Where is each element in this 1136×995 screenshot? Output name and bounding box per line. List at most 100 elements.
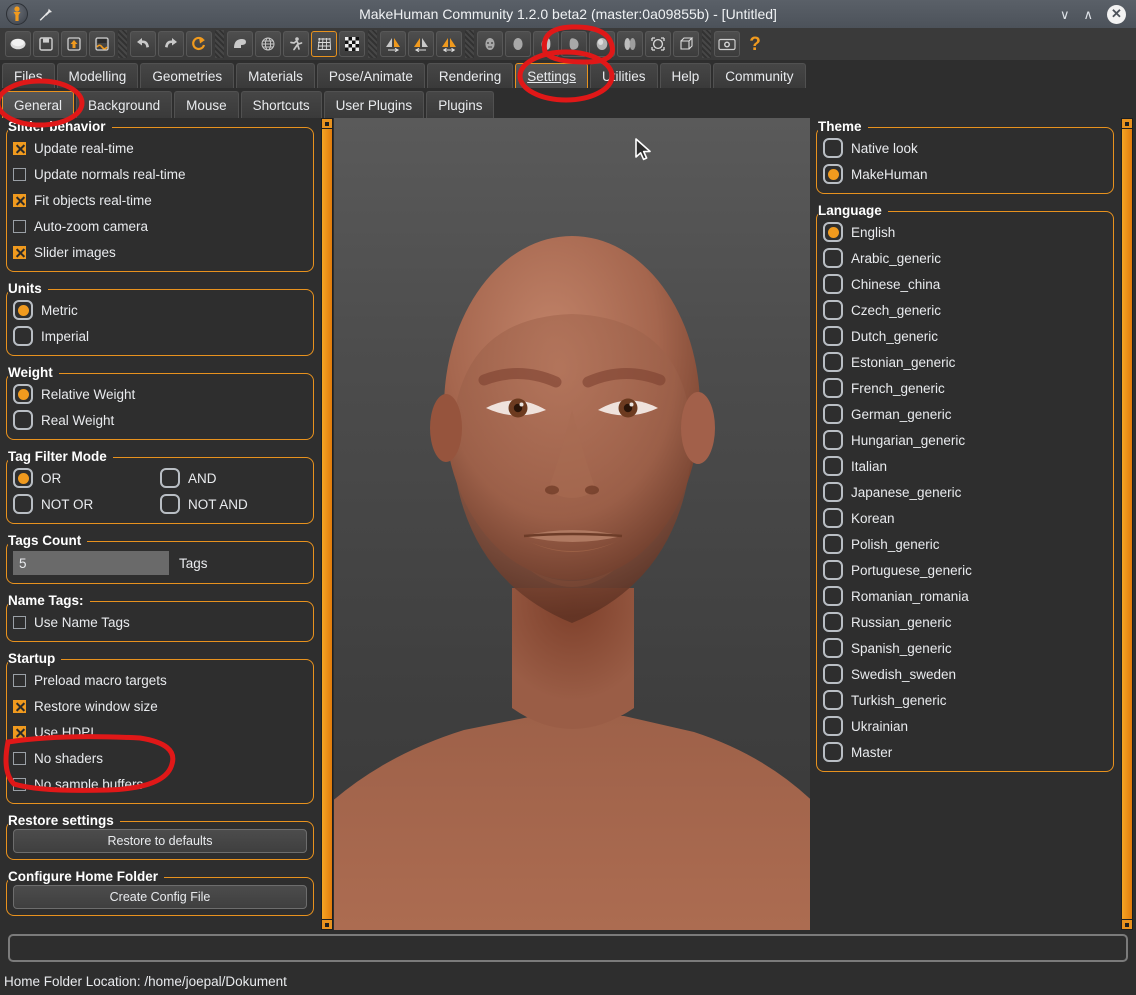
subtab-plugins[interactable]: Plugins: [426, 91, 495, 118]
radio-row[interactable]: Native look: [823, 135, 1107, 161]
checkbox-row[interactable]: No shaders: [13, 745, 307, 771]
splitter-handle-bottom[interactable]: [1121, 919, 1133, 930]
checkbox-checked-icon[interactable]: [13, 141, 26, 155]
radio-row[interactable]: Master: [823, 739, 1107, 765]
subdivision-checker-icon[interactable]: [339, 31, 365, 57]
radio-row[interactable]: Russian_generic: [823, 609, 1107, 635]
pose-skeleton-icon[interactable]: [283, 31, 309, 57]
splitter-handle-bottom[interactable]: [321, 919, 333, 930]
radio-unselected-icon[interactable]: [823, 534, 843, 554]
symmetry-right-icon[interactable]: [380, 31, 406, 57]
checkbox-row[interactable]: Use HDPI: [13, 719, 307, 745]
create-config-file-button[interactable]: Create Config File: [13, 885, 307, 909]
radio-unselected-icon[interactable]: [823, 664, 843, 684]
subtab-mouse[interactable]: Mouse: [174, 91, 239, 118]
tab-geometries[interactable]: Geometries: [140, 63, 235, 88]
radio-unselected-icon[interactable]: [823, 716, 843, 736]
radio-row[interactable]: Spanish_generic: [823, 635, 1107, 661]
checkbox-unchecked-icon[interactable]: [13, 615, 26, 629]
new-icon[interactable]: [5, 31, 31, 57]
grab-screen-icon[interactable]: [714, 31, 740, 57]
tab-rendering[interactable]: Rendering: [426, 63, 514, 88]
radio-unselected-icon[interactable]: [13, 326, 33, 346]
radio-unselected-icon[interactable]: [823, 560, 843, 580]
checkbox-unchecked-icon[interactable]: [13, 167, 26, 181]
checkbox-checked-icon[interactable]: [13, 193, 26, 207]
radio-unselected-icon[interactable]: [823, 482, 843, 502]
tab-files[interactable]: Files: [2, 63, 55, 88]
radio-unselected-icon[interactable]: [823, 690, 843, 710]
checkbox-row[interactable]: Auto-zoom camera: [13, 213, 307, 239]
subtab-background[interactable]: Background: [76, 91, 173, 118]
right-splitter[interactable]: [1120, 118, 1134, 930]
tags-count-input[interactable]: [13, 551, 169, 575]
radio-row[interactable]: Imperial: [13, 323, 307, 349]
3d-viewport[interactable]: [334, 118, 810, 930]
left-splitter[interactable]: [320, 118, 334, 930]
radio-unselected-icon[interactable]: [823, 430, 843, 450]
tab-modelling[interactable]: Modelling: [56, 63, 139, 88]
radio-row[interactable]: Polish_generic: [823, 531, 1107, 557]
checkbox-row[interactable]: Slider images: [13, 239, 307, 265]
wireframe-globe-icon[interactable]: [255, 31, 281, 57]
radio-selected-icon[interactable]: [13, 300, 33, 320]
radio-selected-icon[interactable]: [13, 384, 33, 404]
tab-community[interactable]: Community: [713, 63, 806, 88]
radio-row[interactable]: Metric: [13, 297, 307, 323]
radio-unselected-icon[interactable]: [823, 742, 843, 762]
reset-mesh-icon[interactable]: [186, 31, 212, 57]
radio-row[interactable]: Italian: [823, 453, 1107, 479]
checkbox-row[interactable]: Update real-time: [13, 135, 307, 161]
radio-row[interactable]: OR: [13, 465, 160, 491]
checkbox-unchecked-icon[interactable]: [13, 777, 26, 791]
checkbox-unchecked-icon[interactable]: [13, 219, 26, 233]
splitter-handle-top[interactable]: [321, 118, 333, 129]
subtab-general[interactable]: General: [2, 91, 75, 118]
radio-unselected-icon[interactable]: [13, 494, 33, 514]
reset-camera-icon[interactable]: [645, 31, 671, 57]
radio-unselected-icon[interactable]: [823, 586, 843, 606]
radio-unselected-icon[interactable]: [823, 456, 843, 476]
radio-row[interactable]: MakeHuman: [823, 161, 1107, 187]
bottom-view-icon[interactable]: [617, 31, 643, 57]
radio-selected-icon[interactable]: [13, 468, 33, 488]
radio-row[interactable]: Real Weight: [13, 407, 307, 433]
radio-row[interactable]: German_generic: [823, 401, 1107, 427]
radio-row[interactable]: Hungarian_generic: [823, 427, 1107, 453]
grid-icon[interactable]: [311, 31, 337, 57]
radio-row[interactable]: French_generic: [823, 375, 1107, 401]
radio-unselected-icon[interactable]: [13, 410, 33, 430]
radio-row[interactable]: Portuguese_generic: [823, 557, 1107, 583]
radio-unselected-icon[interactable]: [823, 138, 843, 158]
help-icon[interactable]: ?: [742, 31, 768, 57]
symmetry-both-icon[interactable]: [436, 31, 462, 57]
radio-row[interactable]: NOT AND: [160, 491, 307, 517]
checkbox-row[interactable]: Fit objects real-time: [13, 187, 307, 213]
pin-icon[interactable]: [38, 6, 54, 22]
radio-row[interactable]: Japanese_generic: [823, 479, 1107, 505]
radio-unselected-icon[interactable]: [823, 404, 843, 424]
tab-help[interactable]: Help: [659, 63, 712, 88]
checkbox-checked-icon[interactable]: [13, 699, 26, 713]
checkbox-row[interactable]: Use Name Tags: [13, 609, 307, 635]
restore-to-defaults-button[interactable]: Restore to defaults: [13, 829, 307, 853]
splitter-handle-top[interactable]: [1121, 118, 1133, 129]
radio-row[interactable]: Korean: [823, 505, 1107, 531]
radio-unselected-icon[interactable]: [823, 638, 843, 658]
redo-icon[interactable]: [158, 31, 184, 57]
symmetry-left-icon[interactable]: [408, 31, 434, 57]
radio-row[interactable]: AND: [160, 465, 307, 491]
radio-unselected-icon[interactable]: [823, 274, 843, 294]
undo-icon[interactable]: [130, 31, 156, 57]
back-view-icon[interactable]: [505, 31, 531, 57]
splitter-bar[interactable]: [1121, 129, 1133, 919]
radio-unselected-icon[interactable]: [823, 378, 843, 398]
subtab-user-plugins[interactable]: User Plugins: [323, 91, 425, 118]
checkbox-row[interactable]: Preload macro targets: [13, 667, 307, 693]
radio-row[interactable]: Arabic_generic: [823, 245, 1107, 271]
radio-unselected-icon[interactable]: [823, 326, 843, 346]
checkbox-checked-icon[interactable]: [13, 245, 26, 259]
radio-unselected-icon[interactable]: [160, 494, 180, 514]
close-button[interactable]: ✕: [1107, 4, 1126, 24]
checkbox-checked-icon[interactable]: [13, 725, 26, 739]
